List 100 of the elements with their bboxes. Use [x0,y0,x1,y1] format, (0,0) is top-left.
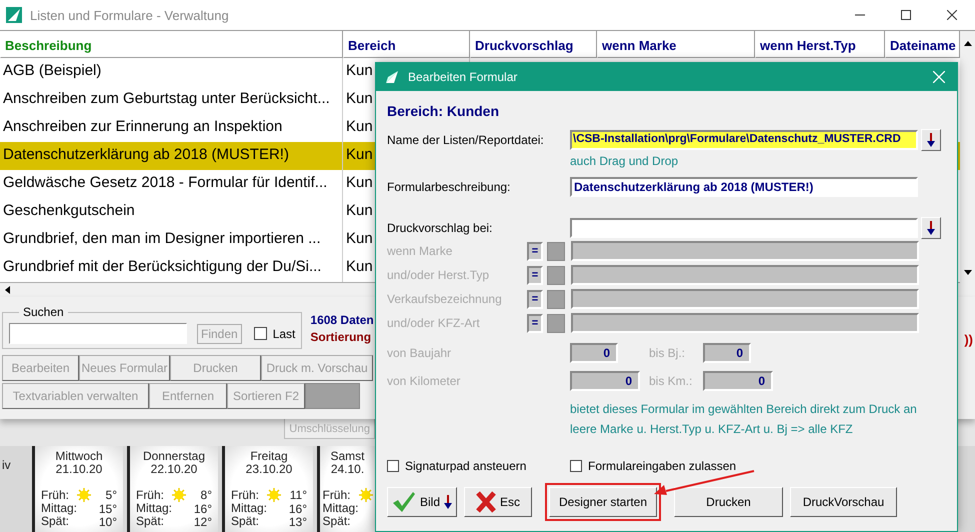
cross-icon [476,491,496,513]
app-logo-icon [6,7,22,23]
input-field[interactable] [570,218,918,238]
date: 24.10. [330,463,364,476]
time-label: Spät: [230,515,260,528]
time-label: Spät: [322,515,351,528]
table-cell: Grundbrief, den man im Designer importieren ... [0,226,343,254]
date: 21.10.20 [56,463,102,476]
checkbox[interactable] [254,327,267,340]
search-field[interactable] [9,323,187,344]
input-field[interactable] [571,265,919,285]
field-label: und/oder KFZ-Art [387,316,481,330]
table-cell: Anschreiben zum Geburtstag unter Berücksicht... [0,86,343,114]
dropdown-button[interactable] [921,129,941,151]
date: 22.10.20 [150,463,198,476]
temperature: 15° [98,502,117,514]
dialog-button[interactable]: DruckVorschau [790,487,897,517]
time-label: Früh: [322,488,352,502]
down-arrow-icon [927,133,935,147]
scroll-down-icon[interactable] [962,267,972,277]
vertical-scrollbar[interactable] [960,31,975,297]
dialog-button[interactable]: Designer starten [549,487,657,517]
table-cell: Geldwäsche Gesetz 2018 - Formular für Identif... [0,170,343,198]
sun-icon [267,488,281,502]
scroll-up-icon[interactable] [962,39,972,49]
time-label: Mittag: [40,502,77,515]
time-label: Früh: [40,488,70,502]
note-text: leere Marke u. Herst.Typ u. KFZ-Art u. Bj => alle KFZ [570,421,854,438]
weekday: Donnerstag [142,450,206,463]
weather-label: iv [1,457,12,474]
temperature: 16° [288,502,307,514]
table-cell: Datenschutzerklärung ab 2018 (MUSTER!) [0,142,343,170]
status-text: )) [964,332,973,347]
time-label: Mittag: [230,502,267,515]
field-label: bis Km.: [649,374,694,388]
color-square [547,290,565,308]
number-field[interactable]: 0 [703,343,751,363]
dropdown-button[interactable] [921,217,941,239]
time-label: Mittag: [322,502,358,515]
color-square [547,266,565,284]
time-label: Spät: [40,515,70,528]
column-header[interactable]: Bereich [343,31,470,58]
temperature: 8° [200,489,212,501]
image-button[interactable]: Bild [387,487,457,517]
hint-text: auch Drag und Drop [570,154,680,168]
description-field[interactable]: Datenschutzerklärung ab 2018 (MUSTER!) [570,177,918,197]
column-header[interactable]: Beschreibung [0,31,343,58]
sort-label: Sortierung [310,330,372,344]
temperature: 10° [98,516,117,528]
column-header[interactable]: wenn Herst.Typ [755,31,885,58]
number-field[interactable]: 0 [703,371,773,391]
down-arrow-icon [927,221,935,235]
table-cell: AGB (Beispiel) [0,58,343,86]
temperature: 5° [104,489,117,501]
window-title: Listen und Formulare - Verwaltung [30,8,229,22]
color-square [547,242,565,260]
checkbox-label: Signaturpad ansteuern [405,459,526,473]
number-field[interactable]: 0 [570,343,618,363]
sun-icon [172,488,186,502]
column-header[interactable]: Druckvorschlag [470,31,597,58]
field-label: von Baujahr [387,346,452,360]
weekday: Freitag [250,450,288,463]
checkbox[interactable] [570,460,582,472]
scroll-left-icon[interactable] [3,285,13,295]
checkbox-label: Formulareingaben zulassen [588,459,736,473]
close-icon [947,10,957,20]
input-field[interactable] [571,313,919,333]
sun-icon [77,488,91,502]
input-field[interactable] [571,241,919,261]
time-label: Früh: [230,488,260,502]
app-logo-icon [384,69,400,85]
temperature: 12° [192,516,212,528]
temperature: 16° [192,502,212,514]
note-text: bietet dieses Formular im gewählten Bereich direkt zum Druck an [570,401,918,418]
date: 23.10.20 [246,463,292,476]
sun-icon [358,488,372,502]
checkbox[interactable] [387,460,399,472]
time-label: Spät: [136,515,164,528]
field-label: Verkaufsbezeichnung [387,292,503,306]
time-label: Früh: [136,488,165,502]
temperature: 13° [288,516,307,528]
color-square [547,314,565,332]
file-field[interactable]: \CSB-Installation\prg\Formulare\Datenschutz_MUSTER.CRD [570,130,918,150]
dialog-button[interactable]: Drucken [674,487,783,517]
field-label: bis Bj.: [649,346,686,360]
down-arrow-icon [444,495,452,509]
weekday: Samst [330,450,364,463]
checkbox-label: Last [272,326,296,340]
cancel-button[interactable]: Esc [464,487,532,517]
record-count: 1608 Daten [310,313,374,327]
checkmark-icon [392,491,416,513]
temperature: 11° [288,489,307,501]
number-field[interactable]: 0 [570,371,640,391]
search-label: Suchen [22,305,65,319]
column-header[interactable]: wenn Marke [597,31,755,58]
input-field[interactable] [571,289,919,309]
field-label: von Kilometer [387,374,462,388]
time-label: Mittag: [136,502,172,515]
maximize-icon [901,10,911,20]
weekday: Mittwoch [55,450,103,463]
